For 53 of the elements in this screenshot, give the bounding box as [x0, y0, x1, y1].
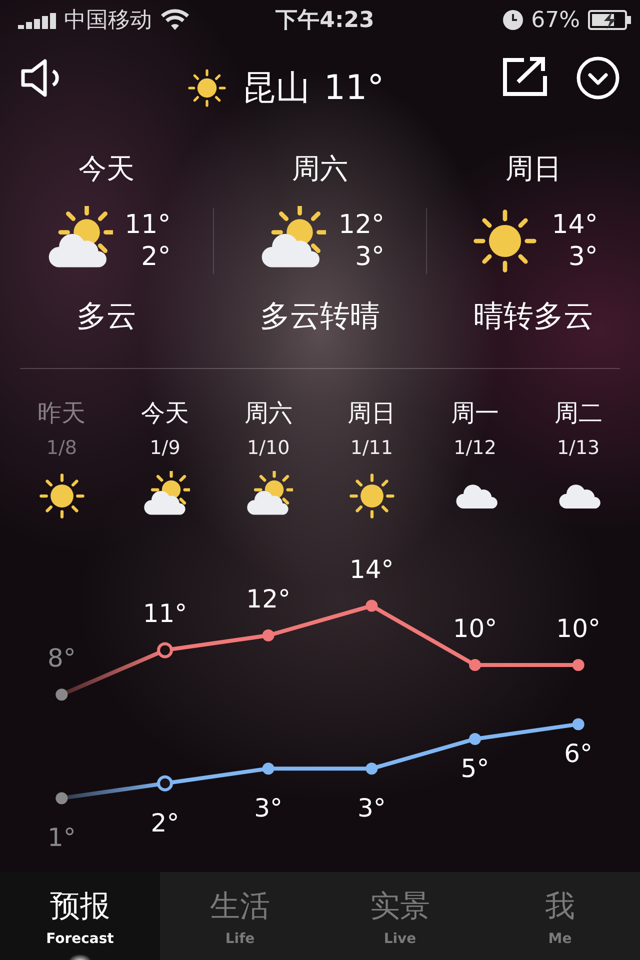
tab[interactable]: 生活 Life — [160, 872, 320, 960]
value-label: 3° — [254, 794, 283, 823]
tab[interactable]: 预报 Forecast — [0, 872, 160, 960]
date-label: 1/12 — [454, 437, 496, 459]
battery-charging-icon — [588, 9, 632, 31]
day-label: 周二 — [554, 398, 602, 429]
weather-description: 多云转晴 — [260, 298, 380, 336]
value-label: 11° — [142, 599, 188, 628]
value-label: 6° — [564, 739, 593, 768]
day-label: 周日 — [348, 398, 396, 429]
date-label: 1/9 — [150, 437, 180, 459]
day-label: 今天 — [140, 398, 189, 429]
date-label: 1/8 — [46, 437, 77, 459]
dropdown-icon[interactable] — [576, 56, 620, 100]
weather-description: 晴转多云 — [473, 298, 594, 336]
sun-icon — [346, 471, 397, 521]
value-label: 3° — [357, 794, 386, 823]
wifi-icon — [160, 9, 190, 31]
clock-time: 下午4:23 — [276, 7, 374, 35]
low-temperature: 2° — [141, 241, 171, 273]
low-temperature: 3° — [354, 241, 385, 273]
low-temperature: 3° — [568, 241, 598, 273]
day-label: 周六 — [292, 151, 348, 187]
high-temperature: 11° — [124, 209, 171, 241]
signal-icon — [18, 11, 56, 29]
high-temperature: 12° — [338, 209, 385, 241]
day-label: 周日 — [505, 151, 562, 187]
value-label: 2° — [150, 808, 180, 838]
sun-icon — [186, 67, 228, 109]
day-label: 今天 — [78, 151, 135, 187]
alarm-clock-icon — [503, 10, 524, 30]
value-label: 8° — [47, 644, 76, 673]
tab[interactable]: 我 Me — [480, 872, 640, 960]
carrier-name: 中国移动 — [64, 7, 152, 35]
high-temperature: 14° — [552, 209, 598, 241]
value-label: 12° — [246, 584, 290, 614]
day-label: 周一 — [450, 398, 499, 429]
value-label: 14° — [350, 554, 394, 584]
value-label: 5° — [460, 754, 490, 783]
value-label: 10° — [556, 614, 600, 643]
day-label: 昨天 — [38, 398, 86, 429]
sun-icon — [36, 471, 87, 521]
date-label: 1/10 — [246, 437, 290, 459]
city-name: 昆山 — [242, 67, 310, 110]
value-label: 1° — [47, 823, 76, 852]
day-label: 周六 — [244, 398, 292, 429]
current-temperature: 11° — [324, 68, 384, 108]
battery-percentage: 67% — [531, 8, 580, 32]
date-label: 1/11 — [350, 437, 393, 459]
weather-description: 多云 — [76, 298, 137, 336]
value-label: 10° — [452, 614, 498, 643]
tab[interactable]: 实景 Live — [320, 872, 480, 960]
date-label: 1/13 — [556, 437, 600, 459]
